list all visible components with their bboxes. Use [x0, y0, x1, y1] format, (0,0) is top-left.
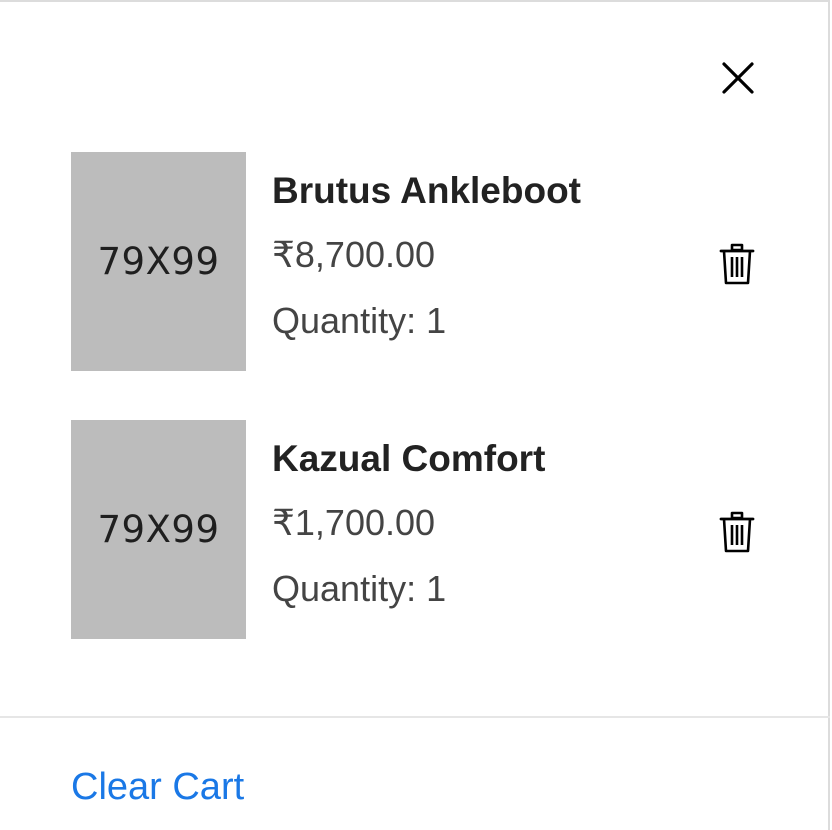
remove-item-button[interactable]: [715, 240, 759, 288]
quantity-value: 1: [426, 300, 447, 341]
cart-drawer: 79X99 Brutus Ankleboot ₹8,700.00 Quantit…: [0, 0, 830, 830]
cart-item: 79X99 Kazual Comfort ₹1,700.00 Quantity:…: [71, 420, 771, 639]
product-name: Kazual Comfort: [272, 438, 546, 479]
remove-item-button[interactable]: [715, 508, 759, 556]
cart-item: 79X99 Brutus Ankleboot ₹8,700.00 Quantit…: [71, 152, 771, 371]
product-quantity: Quantity: 1: [272, 568, 446, 610]
close-icon: [722, 62, 754, 94]
clear-cart-link[interactable]: Clear Cart: [71, 766, 244, 809]
quantity-label: Quantity:: [272, 300, 417, 341]
quantity-label: Quantity:: [272, 568, 417, 609]
product-image-placeholder: 79X99: [71, 420, 246, 639]
product-name: Brutus Ankleboot: [272, 170, 582, 211]
footer-divider: [0, 716, 830, 718]
trash-icon: [719, 511, 755, 553]
quantity-value: 1: [426, 568, 447, 609]
product-price: ₹8,700.00: [272, 234, 436, 275]
product-image-placeholder: 79X99: [71, 152, 246, 371]
close-button[interactable]: [717, 57, 759, 99]
product-price: ₹1,700.00: [272, 502, 436, 543]
trash-icon: [719, 243, 755, 285]
product-quantity: Quantity: 1: [272, 300, 446, 342]
